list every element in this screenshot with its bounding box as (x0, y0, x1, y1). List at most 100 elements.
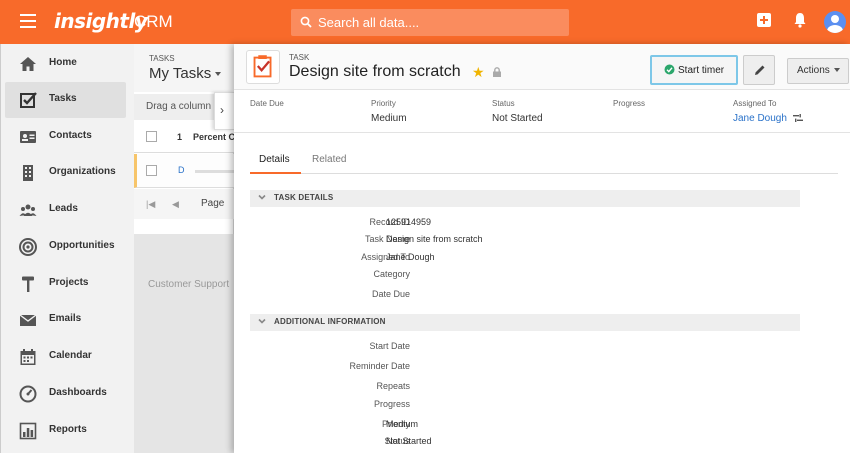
summary-priority: Priority Medium (371, 99, 407, 124)
sidebar-item-leads[interactable]: Leads (5, 192, 126, 228)
column-header-number[interactable]: 1 (177, 132, 182, 142)
field-category: Category (274, 269, 774, 283)
record-type-label: TASK (289, 53, 310, 62)
calendar-icon (20, 349, 36, 365)
list-view-selector[interactable]: My Tasks (149, 65, 222, 82)
drag-hint: Drag a column h (146, 101, 220, 112)
top-bar: insightly CRM Search all data.... (0, 0, 850, 44)
field-label: Start Date (369, 341, 410, 351)
section-title: TASK DETAILS (274, 193, 334, 202)
sidebar-item-label: Organizations (49, 166, 116, 177)
active-tab-indicator (250, 172, 301, 174)
search-placeholder: Search all data.... (318, 15, 420, 30)
field-label: Reminder Date (349, 361, 410, 371)
field-value: Jane Dough (386, 252, 435, 262)
prev-page-icon[interactable]: ◀ (172, 199, 179, 210)
select-all-checkbox[interactable] (146, 131, 157, 142)
page-label: Page (201, 198, 225, 209)
field-date-due: Date Due (274, 289, 774, 303)
contact-card-icon (20, 131, 36, 143)
lock-icon[interactable] (492, 67, 502, 77)
detail-header: TASK Design site from scratch ★ Start ti… (234, 44, 850, 90)
section-task-details[interactable]: TASK DETAILS (250, 190, 800, 207)
start-timer-label: Start timer (678, 65, 725, 76)
favorite-star-icon[interactable]: ★ (472, 64, 485, 81)
summary-progress: Progress (613, 99, 645, 113)
field-reminder-date: Reminder Date (274, 361, 774, 375)
tab-related[interactable]: Related (312, 154, 346, 165)
global-search-input[interactable]: Search all data.... (291, 9, 569, 36)
check-circle-icon (664, 64, 675, 75)
summary-key: Status (492, 99, 515, 108)
sidebar-item-home[interactable]: Home (5, 46, 126, 82)
chevron-down-icon (258, 318, 266, 324)
column-header-percent[interactable]: Percent C (193, 132, 235, 142)
field-start-date: Start Date (274, 341, 774, 355)
start-timer-button[interactable]: Start timer (650, 55, 738, 85)
field-label: Category (373, 269, 410, 279)
search-icon (300, 16, 312, 28)
task-record-icon (246, 50, 280, 84)
sidebar-item-label: Dashboards (49, 387, 107, 398)
quick-add-icon[interactable] (757, 13, 771, 27)
sidebar-item-label: Reports (49, 424, 87, 435)
sidebar-item-calendar[interactable]: Calendar (5, 339, 126, 375)
sidebar-item-reports[interactable]: Reports (5, 413, 126, 449)
caret-down-icon (833, 68, 840, 73)
task-list-panel: TASKS My Tasks Drag a column h 1 Percent… (134, 44, 235, 234)
field-assigned-to: Assigned To Jane Dough (274, 252, 774, 266)
summary-value: Not Started (492, 113, 543, 124)
sidebar-item-emails[interactable]: Emails (5, 302, 126, 338)
envelope-icon (19, 314, 37, 326)
checkbox-icon (20, 92, 37, 108)
tab-details[interactable]: Details (259, 154, 290, 165)
sidebar-item-label: Contacts (49, 130, 92, 141)
task-summary-bar: Date Due Priority Medium Status Not Star… (234, 91, 850, 133)
task-list-header: TASKS My Tasks (134, 44, 234, 92)
field-label: Repeats (376, 381, 410, 391)
notifications-bell-icon[interactable] (793, 12, 807, 28)
first-page-icon[interactable]: |◀ (146, 199, 155, 210)
actions-label: Actions (797, 65, 840, 76)
sidebar-item-opportunities[interactable]: Opportunities (5, 229, 126, 265)
field-progress: Progress (274, 399, 774, 413)
table-row[interactable]: D (134, 154, 235, 188)
customer-support-link[interactable]: Customer Support (148, 279, 229, 290)
chevron-down-icon (258, 194, 266, 200)
summary-assigned-to: Assigned To Jane Dough (733, 99, 803, 124)
summary-status: Status Not Started (492, 99, 543, 124)
summary-date-due: Date Due (250, 99, 284, 113)
chevron-right-icon: › (220, 103, 224, 117)
sidebar-item-projects[interactable]: Projects (5, 266, 126, 302)
sidebar-item-organizations[interactable]: Organizations (5, 155, 126, 191)
field-record-id: Record ID 125914959 (274, 217, 774, 231)
field-task-name: Task Name Design site from scratch (274, 234, 774, 248)
user-avatar[interactable] (824, 11, 846, 33)
sidebar-item-label: Calendar (49, 350, 92, 361)
caret-down-icon (215, 72, 222, 77)
target-icon (19, 238, 37, 256)
panel-toggle-handle[interactable]: › (214, 92, 234, 130)
list-title: My Tasks (149, 65, 212, 82)
hamburger-menu-icon[interactable] (20, 14, 36, 28)
progress-bar (195, 170, 235, 173)
field-value: 125914959 (386, 217, 432, 227)
row-checkbox[interactable] (146, 165, 157, 176)
home-icon (20, 57, 36, 71)
actions-dropdown-button[interactable]: Actions (787, 58, 849, 84)
task-link[interactable]: D (178, 165, 185, 175)
section-additional-information[interactable]: ADDITIONAL INFORMATION (250, 314, 800, 331)
field-value: Not Started (386, 436, 432, 446)
sidebar-item-tasks[interactable]: Tasks (5, 82, 126, 118)
summary-key: Assigned To (733, 99, 777, 108)
summary-key: Progress (613, 99, 646, 108)
assigned-user-link[interactable]: Jane Dough (733, 113, 803, 124)
sidebar-item-contacts[interactable]: Contacts (5, 119, 126, 155)
summary-value: Medium (371, 113, 407, 124)
edit-button[interactable] (743, 55, 775, 85)
field-priority: Priority Medium (274, 419, 774, 433)
sidebar-item-label: Leads (49, 203, 78, 214)
sidebar-item-dashboards[interactable]: Dashboards (5, 376, 126, 412)
pencil-icon (755, 65, 765, 75)
reassign-icon[interactable] (792, 114, 803, 123)
